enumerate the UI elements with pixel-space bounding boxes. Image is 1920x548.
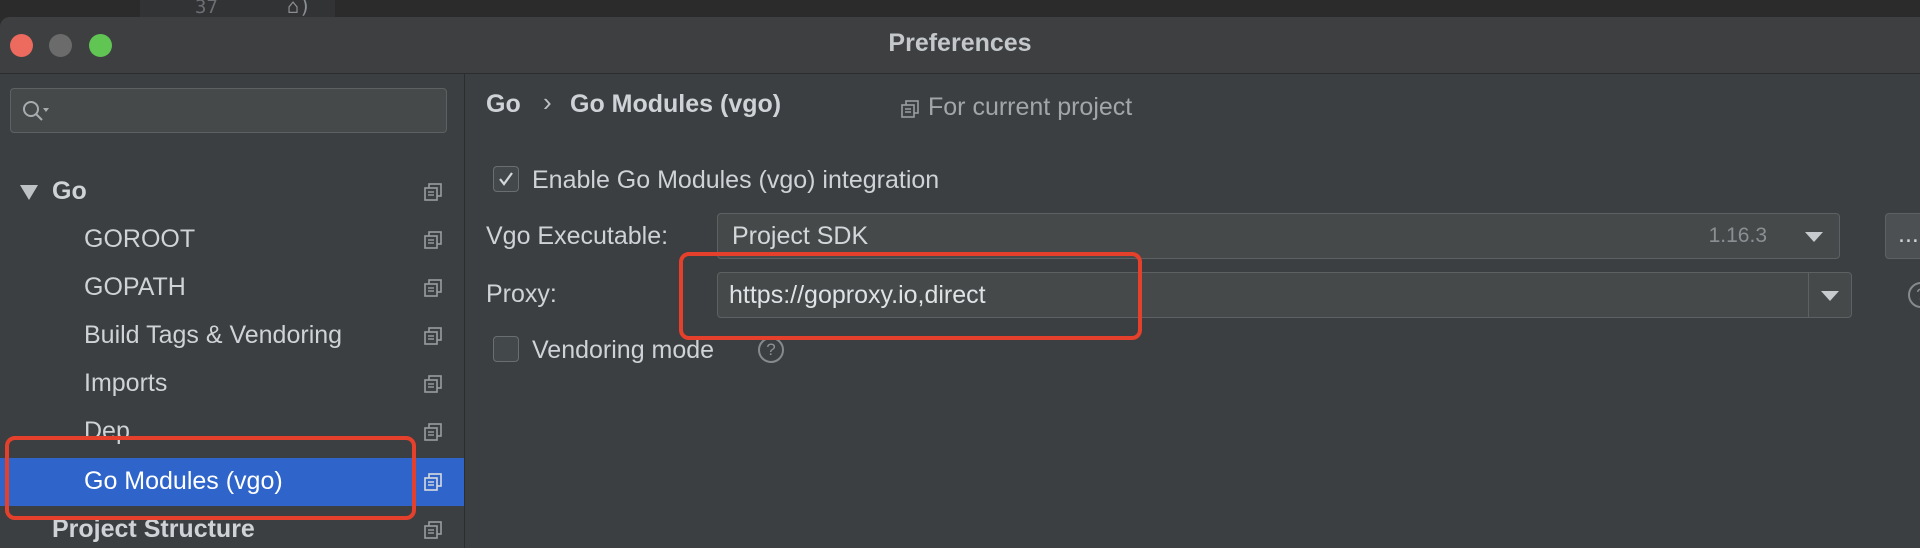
project-scope-icon <box>424 521 442 539</box>
project-scope-icon <box>901 100 919 118</box>
settings-content: Go › Go Modules (vgo) For current projec… <box>465 74 1920 548</box>
help-glyph: ? <box>766 340 776 359</box>
sidebar-item-label: GOPATH <box>84 273 186 301</box>
sidebar-item-label: Go Modules (vgo) <box>84 467 283 495</box>
preferences-window: Preferences Go GOROOT GOPATH Build Tags … <box>0 17 1920 548</box>
sidebar-item-label: Imports <box>84 369 168 397</box>
enable-go-modules-label[interactable]: Enable Go Modules (vgo) integration <box>532 166 939 195</box>
breadcrumb-current: Go Modules (vgo) <box>570 90 782 118</box>
browse-button-label: ... <box>1898 220 1919 248</box>
vgo-executable-label: Vgo Executable: <box>486 222 669 250</box>
sdk-version: 1.16.3 <box>1708 224 1767 247</box>
enable-go-modules-checkbox[interactable] <box>493 166 519 192</box>
project-scope-icon <box>424 231 442 249</box>
chevron-down-icon[interactable] <box>1821 291 1839 301</box>
browse-executable-button[interactable]: ... <box>1885 213 1920 259</box>
sidebar-item-label: Dep <box>84 417 130 445</box>
editor-gutter-glyph: ⌂) <box>287 0 312 18</box>
chevron-down-icon[interactable] <box>1805 232 1823 242</box>
proxy-input[interactable]: https://goproxy.io,direct <box>729 281 986 310</box>
sidebar-item-go-modules[interactable]: Go Modules (vgo) <box>0 458 464 506</box>
settings-sidebar: Go GOROOT GOPATH Build Tags & Vendoring … <box>0 74 465 548</box>
search-icon <box>23 101 49 121</box>
sidebar-item-build-tags[interactable]: Build Tags & Vendoring <box>0 312 464 360</box>
vendoring-mode-label[interactable]: Vendoring mode <box>532 336 714 365</box>
proxy-label: Proxy: <box>486 280 557 308</box>
proxy-help-icon[interactable]: ? <box>1908 282 1920 308</box>
search-input[interactable] <box>55 95 439 127</box>
proxy-combobox[interactable]: https://goproxy.io,direct <box>717 272 1852 318</box>
sidebar-item-gopath[interactable]: GOPATH <box>0 264 464 312</box>
sidebar-item-label: Go <box>52 177 87 205</box>
project-scope-icon <box>424 279 442 297</box>
breadcrumb-parent[interactable]: Go <box>486 90 521 119</box>
vendoring-mode-checkbox[interactable] <box>493 336 519 362</box>
vgo-executable-select[interactable]: Project SDK 1.16.3 <box>717 213 1840 259</box>
project-scope-icon <box>424 473 442 491</box>
combo-divider <box>1808 273 1809 317</box>
help-glyph: ? <box>1916 285 1920 304</box>
scope-label: For current project <box>928 93 1133 121</box>
check-icon <box>499 172 513 186</box>
settings-search[interactable] <box>10 88 447 133</box>
sidebar-item-go[interactable]: Go <box>0 168 464 216</box>
sidebar-item-imports[interactable]: Imports <box>0 360 464 408</box>
breadcrumb-separator: › <box>543 87 552 117</box>
project-scope-icon <box>424 375 442 393</box>
expand-arrow-icon[interactable] <box>20 185 38 200</box>
window-title: Preferences <box>888 29 1032 57</box>
vgo-executable-value: Project SDK <box>732 222 869 250</box>
project-scope-icon <box>424 423 442 441</box>
sidebar-item-label: GOROOT <box>84 225 196 253</box>
project-scope-icon <box>424 183 442 201</box>
vendoring-help-icon[interactable]: ? <box>758 337 784 363</box>
sidebar-item-project-structure[interactable]: Project Structure <box>0 506 464 548</box>
editor-line-number: 37 <box>195 0 218 18</box>
sidebar-item-label: Project Structure <box>52 515 255 543</box>
sidebar-item-label: Build Tags & Vendoring <box>84 321 343 349</box>
sidebar-item-dep[interactable]: Dep <box>0 408 464 456</box>
sidebar-item-goroot[interactable]: GOROOT <box>0 216 464 264</box>
project-scope-icon <box>424 327 442 345</box>
title-bar: Preferences <box>0 17 1920 74</box>
